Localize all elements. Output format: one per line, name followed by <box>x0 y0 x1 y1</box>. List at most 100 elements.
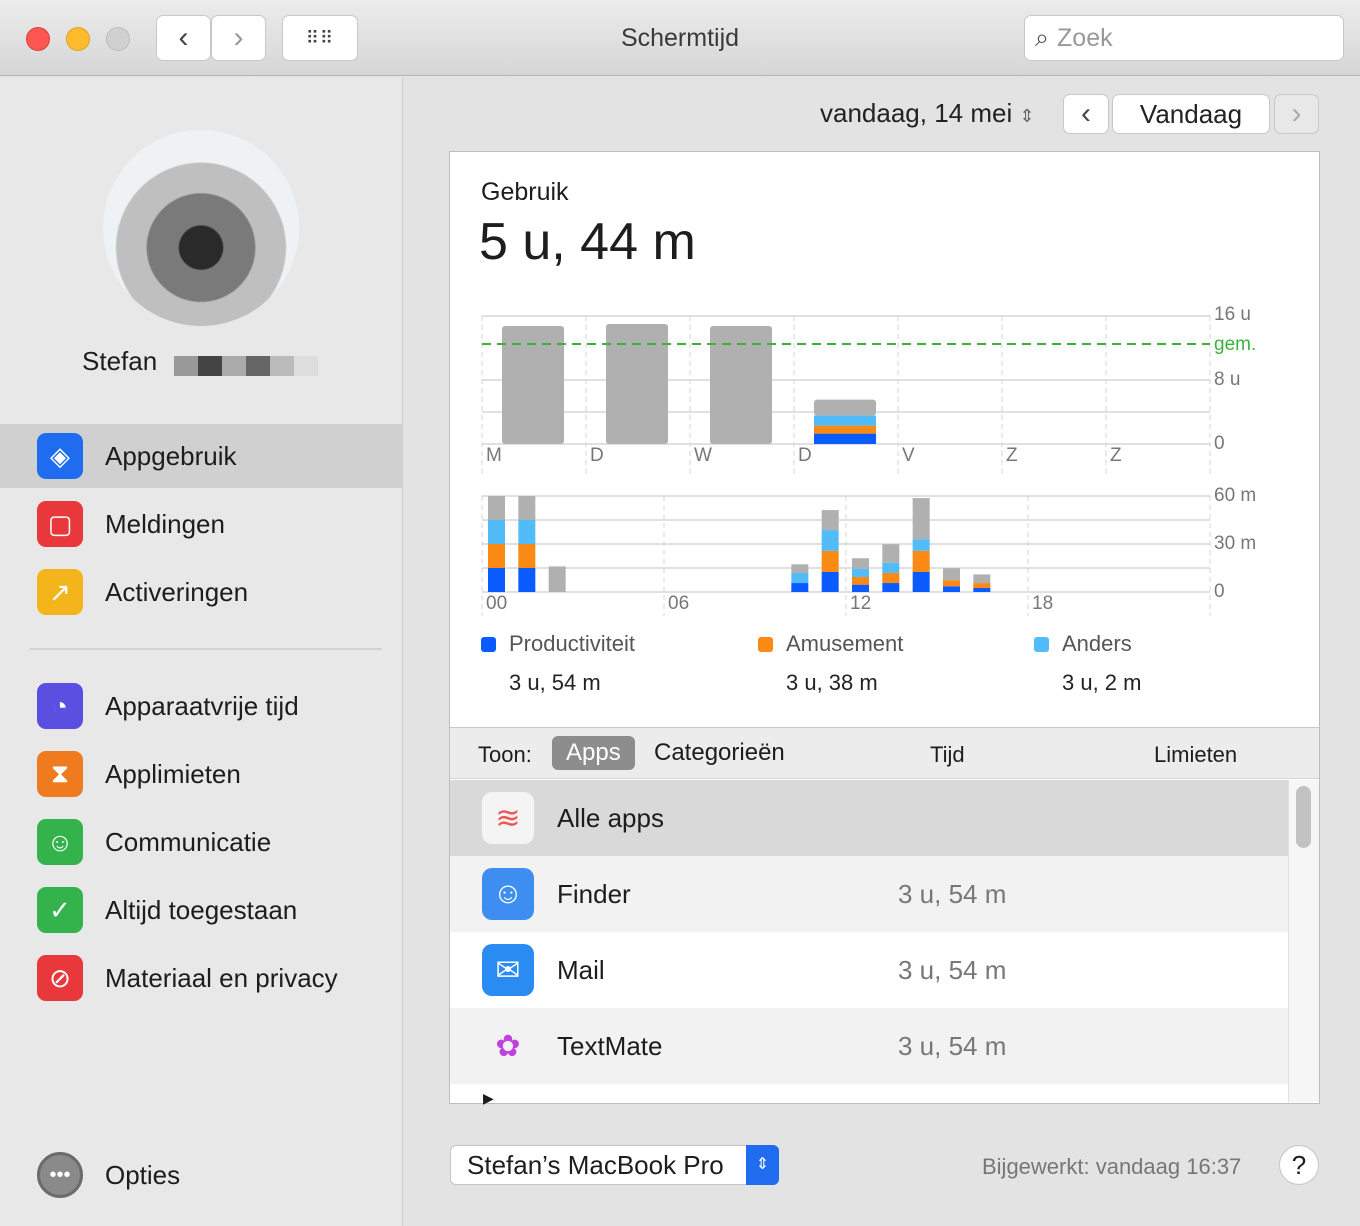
legend-item: Anders <box>1034 631 1132 657</box>
y-tick-label: 0 <box>1214 433 1225 454</box>
app-name: Mail <box>557 954 605 985</box>
hour-tick-label: 12 <box>850 593 872 614</box>
day-tick-label: Z <box>1110 445 1122 466</box>
avatar <box>103 130 299 326</box>
date-label: vandaag, 14 mei <box>820 98 1013 128</box>
column-time[interactable]: Tijd <box>930 742 965 768</box>
show-label: Toon: <box>478 742 532 767</box>
scrollbar-thumb[interactable] <box>1296 786 1311 848</box>
legend-item: Amusement <box>758 631 903 657</box>
usage-heading: Gebruik <box>481 178 569 206</box>
sidebar-item-label: Appgebruik <box>105 440 237 471</box>
app-row[interactable]: ✿ TextMate 3 u, 54 m <box>450 1008 1288 1084</box>
updown-chevron-icon: ⇕ <box>1019 106 1035 126</box>
legend-value: 3 u, 2 m <box>1062 670 1142 695</box>
disclosure-triangle-icon[interactable]: ▶ <box>483 1090 494 1107</box>
list-toolbar: Toon: Apps Categorieën Tijd Limieten <box>450 727 1319 779</box>
legend-item: Productiviteit <box>481 631 635 657</box>
day-tick-label: Z <box>1006 445 1018 466</box>
search-placeholder: Zoek <box>1057 23 1113 52</box>
y-tick-label: 0 <box>1214 581 1225 602</box>
app-row[interactable]: ≋ Alle apps <box>450 780 1288 856</box>
updown-chevron-icon: ⇕ <box>746 1145 779 1185</box>
sidebar-item-applimieten[interactable]: ⧗ Applimieten <box>0 742 403 806</box>
sidebar-item-label: Activeringen <box>105 576 249 607</box>
sidebar-item-label: Communicatie <box>105 826 272 857</box>
app-row[interactable]: ✉ Mail 3 u, 54 m <box>450 932 1288 1008</box>
hour-tick-label: 06 <box>668 593 690 614</box>
day-tick-label: W <box>694 445 712 466</box>
legend-swatch <box>1034 636 1049 652</box>
finder-icon: ☺ <box>482 868 534 920</box>
tab-apps[interactable]: Apps <box>552 736 635 770</box>
redacted-email <box>174 356 318 376</box>
y-tick-label: 8 u <box>1214 369 1241 390</box>
day-tick-label: M <box>486 445 502 466</box>
legend-value: 3 u, 54 m <box>509 670 601 695</box>
list-scrollbar[interactable] <box>1288 780 1319 1102</box>
sidebar-item-label: Applimieten <box>105 758 241 789</box>
previous-day-button[interactable]: ‹ <box>1063 94 1109 134</box>
app-name: Finder <box>557 878 631 909</box>
average-label: gem. <box>1214 334 1257 355</box>
legend-label: Anders <box>1062 631 1132 656</box>
ellipsis-icon: ••• <box>37 1152 83 1198</box>
user-name: Stefan <box>82 346 158 376</box>
hourglass-icon: ⧗ <box>37 751 83 797</box>
tab-categories[interactable]: Categorieën <box>654 739 785 767</box>
app-time: 3 u, 54 m <box>898 878 1007 909</box>
device-select[interactable]: Stefan’s MacBook Pro ⇕ <box>450 1145 779 1185</box>
app-time: 3 u, 54 m <box>898 1030 1007 1061</box>
app-name: TextMate <box>557 1030 663 1061</box>
device-label: Stefan’s MacBook Pro <box>467 1150 724 1180</box>
today-button[interactable]: Vandaag <box>1112 94 1270 134</box>
sidebar-item-apparaatvrije-tijd[interactable]: ◔ Apparaatvrije tijd <box>0 674 403 738</box>
mail-icon: ✉ <box>482 944 534 996</box>
sidebar-item-communicatie[interactable]: ☺ Communicatie <box>0 810 403 874</box>
chevron-right-icon: › <box>1291 97 1302 130</box>
sidebar-divider <box>30 648 382 650</box>
legend-swatch <box>758 636 773 652</box>
layers-icon: ◈ <box>37 433 83 479</box>
downtime-icon: ◔ <box>37 683 83 729</box>
options-label: Opties <box>105 1159 181 1190</box>
app-row[interactable]: ☺ Finder 3 u, 54 m <box>450 856 1288 932</box>
legend-label: Amusement <box>786 631 904 656</box>
usage-total: 5 u, 44 m <box>479 213 696 271</box>
legend-swatch <box>481 636 496 652</box>
sidebar-item-label: Materiaal en privacy <box>105 962 338 993</box>
sidebar-item-materiaal-en-privacy[interactable]: ⊘ Materiaal en privacy <box>0 946 403 1010</box>
notification-icon: ▢ <box>37 501 83 547</box>
day-tick-label: D <box>798 445 812 466</box>
title-bar: ‹ › ⠿⠿ Schermtijd ⌕ Zoek <box>0 0 1360 76</box>
sidebar-item-activeringen[interactable]: ↗ Activeringen <box>0 560 403 624</box>
pickup-icon: ↗ <box>37 569 83 615</box>
date-selector[interactable]: vandaag, 14 mei ⇕ <box>820 98 1035 129</box>
checkmark-badge-icon: ✓ <box>37 887 83 933</box>
stack-icon: ≋ <box>482 792 534 844</box>
day-tick-label: D <box>590 445 604 466</box>
app-name: Alle apps <box>557 802 664 833</box>
sidebar-item-label: Apparaatvrije tijd <box>105 690 299 721</box>
options-button[interactable]: ••• Opties <box>0 1143 403 1207</box>
contact-icon: ☺ <box>37 819 83 865</box>
next-day-button[interactable]: › <box>1274 94 1319 134</box>
help-button[interactable]: ? <box>1279 1145 1319 1185</box>
sidebar-item-altijd-toegestaan[interactable]: ✓ Altijd toegestaan <box>0 878 403 942</box>
y-tick-label: 30 m <box>1214 533 1257 554</box>
day-tick-label: V <box>902 445 915 466</box>
legend-label: Productiviteit <box>509 631 635 656</box>
list-row-partial: ▶ <box>450 1084 1288 1106</box>
legend-value: 3 u, 38 m <box>786 670 878 695</box>
textmate-icon: ✿ <box>495 1029 521 1063</box>
y-tick-label: 16 u <box>1214 304 1251 325</box>
column-limits[interactable]: Limieten <box>1154 742 1237 768</box>
hour-tick-label: 18 <box>1032 593 1054 614</box>
app-time: 3 u, 54 m <box>898 954 1007 985</box>
y-tick-label: 60 m <box>1214 485 1257 506</box>
sidebar-item-appgebruik[interactable]: ◈ Appgebruik <box>0 424 403 488</box>
chevron-left-icon: ‹ <box>1081 97 1091 130</box>
restriction-icon: ⊘ <box>37 955 83 1001</box>
search-input[interactable]: ⌕ Zoek <box>1024 15 1344 61</box>
sidebar-item-meldingen[interactable]: ▢ Meldingen <box>0 492 403 556</box>
